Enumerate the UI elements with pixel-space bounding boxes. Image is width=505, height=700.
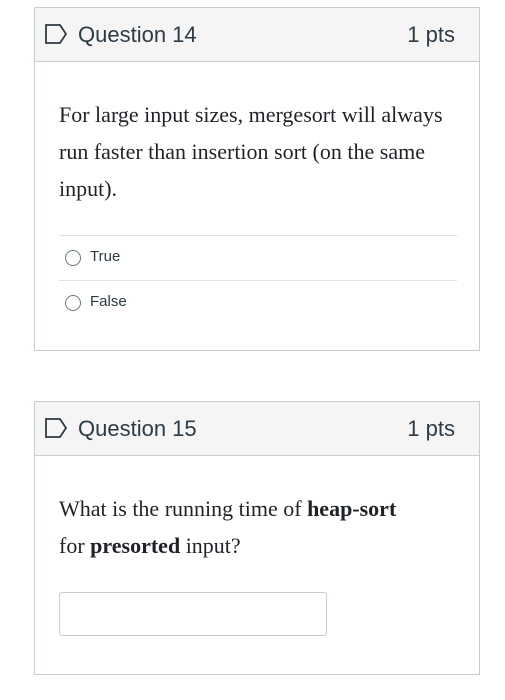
question-points: 1 pts (407, 22, 455, 47)
question-text-part: for (59, 533, 91, 558)
question-text-part: What is the running time of (59, 496, 308, 521)
question-points: 1 pts (407, 416, 455, 441)
radio-button[interactable] (65, 295, 81, 311)
answer-option-true[interactable]: True (59, 235, 457, 280)
answer-label: True (90, 248, 121, 265)
answer-label: False (90, 293, 127, 310)
question-title: Question 15 (78, 416, 197, 441)
radio-button[interactable] (65, 250, 81, 266)
question-header: Question 14 1 pts (35, 8, 479, 62)
question-text-bold: heap-sort (307, 496, 397, 521)
answer-text-input[interactable] (59, 592, 327, 636)
question-title: Question 14 (78, 22, 197, 47)
question-text: What is the running time of heap-sort fo… (59, 490, 459, 564)
question-header: Question 15 1 pts (35, 402, 479, 456)
question-text-bold: presorted (90, 533, 181, 558)
question-text-part: input? (180, 533, 241, 558)
question-card-14: Question 14 1 pts For large input sizes,… (34, 7, 480, 351)
question-text: For large input sizes, mergesort will al… (59, 102, 443, 201)
flag-question-icon[interactable] (44, 23, 68, 45)
question-card-15: Question 15 1 pts What is the running ti… (34, 401, 480, 675)
flag-question-icon[interactable] (44, 417, 68, 439)
answer-option-false[interactable]: False (59, 280, 457, 325)
